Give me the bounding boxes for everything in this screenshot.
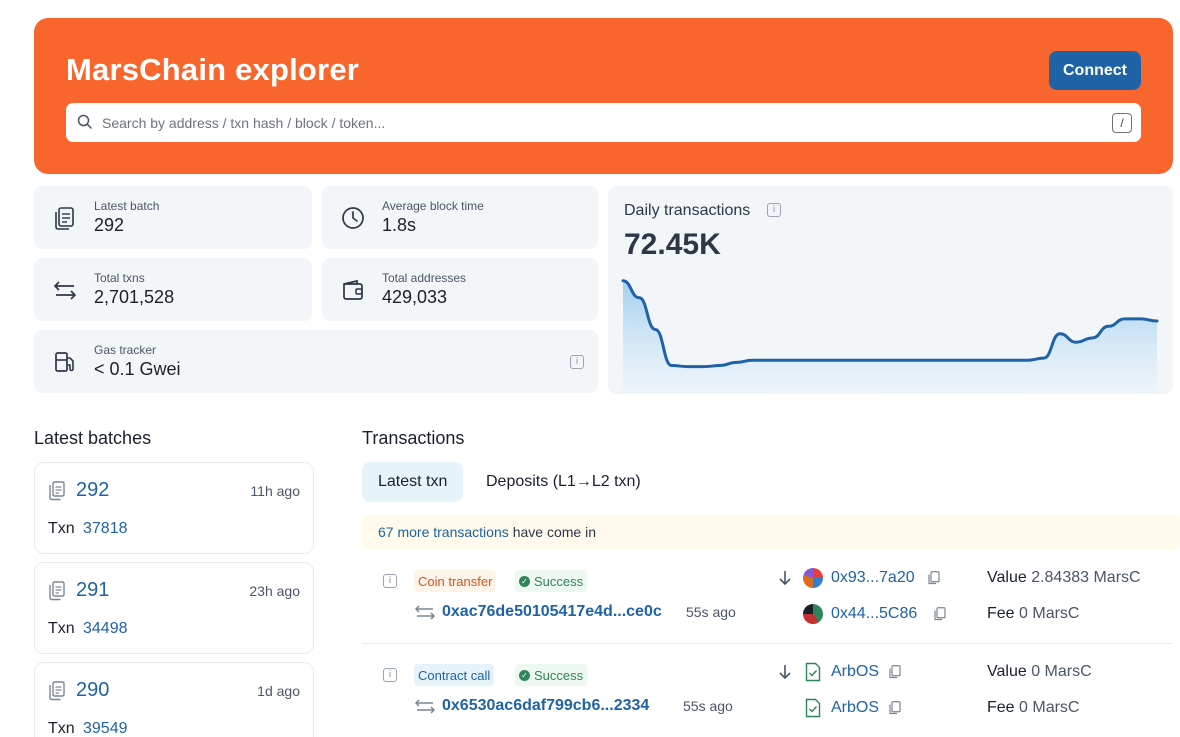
batch-number-link[interactable]: 291 [76,579,109,602]
from-address-link[interactable]: 0x93...7a20 [831,569,915,587]
arrow-down-icon [779,665,791,680]
tx-type-badge: Contract call [414,664,495,686]
value-amount: 0 MarsC [1031,663,1092,680]
batch-card[interactable]: 290 1d ago Txn 39549 [34,662,314,737]
swap-arrows-icon [414,605,436,620]
latest-batches-title: Latest batches [34,428,152,448]
clock-icon [342,206,364,229]
copy-icon[interactable] [889,665,901,679]
new-transactions-notice: 67 more transactions have come in [362,515,1180,549]
stat-value: < 0.1 Gwei [94,359,181,379]
transactions-title: Transactions [362,428,465,448]
batch-icon [49,681,65,701]
batch-txn-label: Txn [48,720,75,737]
batch-icon [49,481,65,501]
value-amount: 2.84383 MarsC [1031,569,1141,586]
address-avatar [803,604,823,624]
info-icon[interactable]: i [383,668,397,682]
more-transactions-link[interactable]: 67 more transactions [378,524,509,540]
contract-icon [805,698,821,718]
stat-label: Latest batch [94,199,160,213]
status-badge: ✓ Success [515,664,588,686]
batch-txn-link[interactable]: 39549 [83,720,128,737]
copy-icon[interactable] [928,571,940,585]
chart-plot [621,279,1159,394]
tx-fee: Fee 0 MarsC [987,605,1079,623]
from-address-link[interactable]: ArbOS [831,663,879,681]
tx-hash-link[interactable]: 0xac76de50105417e4d...ce0c [442,603,662,621]
status-text: Success [534,573,584,589]
check-icon: ✓ [519,669,530,681]
to-address-link[interactable]: 0x44...5C86 [831,605,917,623]
batch-age: 11h ago [250,483,300,499]
tab-latest-txn[interactable]: Latest txn [362,462,464,502]
tx-type-badge: Coin transfer [414,570,497,592]
tx-age: 55s ago [683,698,733,714]
address-avatar [803,568,823,588]
stat-value: 1.8s [382,215,417,235]
search-icon [77,114,92,129]
row-divider [362,643,1172,644]
stat-label: Gas tracker [94,343,157,357]
page-title: MarsChain explorer [66,52,360,87]
to-address-link[interactable]: ArbOS [831,699,879,717]
tab-deposits[interactable]: Deposits (L1→L2 txn) [470,462,657,502]
swap-arrows-icon [414,699,436,714]
search-shortcut-key: / [1112,113,1132,133]
status-badge: ✓ Success [515,570,588,592]
batch-icon [55,206,74,230]
value-label: Value [987,569,1027,586]
stat-latest-batch: Latest batch 292 [34,186,312,249]
stat-value: 292 [94,215,125,235]
gas-pump-icon [55,351,74,372]
info-icon[interactable]: i [570,355,584,369]
contract-icon [805,662,821,682]
batch-age: 23h ago [249,583,300,599]
chart-area [623,280,1157,394]
swap-arrows-icon [54,280,76,300]
batch-number-link[interactable]: 290 [76,679,109,702]
wallet-icon [343,279,363,300]
fee-amount: 0 MarsC [1019,605,1080,622]
stat-avg-block-time: Average block time 1.8s [322,186,598,249]
stat-value: 429,033 [382,287,448,307]
batch-txn-link[interactable]: 37818 [83,520,128,538]
arrow-down-icon [779,571,791,586]
stat-label: Average block time [382,199,484,213]
stat-label: Total addresses [382,271,467,285]
connect-button[interactable]: Connect [1049,51,1141,90]
tx-value: Value 2.84383 MarsC [987,569,1141,587]
stat-gas-tracker: Gas tracker < 0.1 Gwei i [34,330,598,393]
tx-age: 55s ago [686,604,736,620]
status-text: Success [534,667,584,683]
batch-txn-label: Txn [48,620,75,637]
check-icon: ✓ [519,575,530,587]
value-label: Value [987,663,1027,680]
stat-total-txns: Total txns 2,701,528 [34,258,312,321]
batch-icon [49,581,65,601]
info-icon[interactable]: i [383,574,397,588]
copy-icon[interactable] [889,701,901,715]
search-bar[interactable]: / [66,103,1141,142]
stat-label: Total txns [94,271,145,285]
daily-transactions-chart: Daily transactions i 72.45K [608,186,1173,394]
batch-card[interactable]: 291 23h ago Txn 34498 [34,562,314,654]
hero-banner: MarsChain explorer Connect / [34,18,1173,174]
tx-hash-link[interactable]: 0x6530ac6daf799cb6...2334 [442,697,649,715]
batch-card[interactable]: 292 11h ago Txn 37818 [34,462,314,554]
fee-label: Fee [987,605,1015,622]
batch-txn-label: Txn [48,520,75,537]
search-input[interactable] [102,103,1102,142]
copy-icon[interactable] [934,607,946,621]
batch-txn-link[interactable]: 34498 [83,620,128,638]
fee-amount: 0 MarsC [1019,699,1080,716]
fee-label: Fee [987,699,1015,716]
batch-age: 1d ago [257,683,300,699]
stat-value: 2,701,528 [94,287,175,307]
tx-fee: Fee 0 MarsC [987,699,1079,717]
batch-number-link[interactable]: 292 [76,479,109,502]
stat-total-addresses: Total addresses 429,033 [322,258,598,321]
tx-value: Value 0 MarsC [987,663,1092,681]
notice-text: have come in [512,524,597,540]
